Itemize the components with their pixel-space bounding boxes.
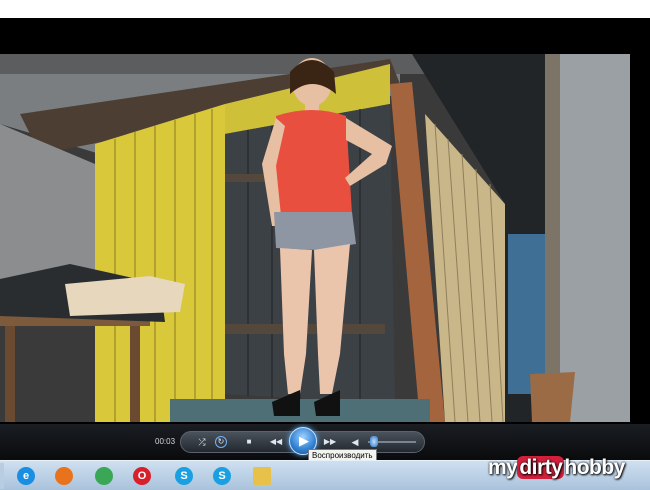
play-icon: ▶ [299,433,309,448]
video-scene [0,54,650,422]
firefox-icon [55,467,73,485]
watermark-prefix: my [488,456,518,479]
taskbar-skype-2-button[interactable]: S [204,463,240,489]
taskbar-chrome-button[interactable] [86,463,122,489]
watermark-highlight: dirty [517,456,565,479]
volume-slider-knob[interactable] [370,436,378,447]
right-letterbox [630,54,650,422]
door-hinge-top [225,174,265,182]
watermark-text: mydirtyhobby [488,456,625,480]
table-leg-2 [130,326,140,422]
internet-explorer-icon: e [17,467,35,485]
blue-panel [508,234,548,394]
skype-icon: S [175,467,193,485]
taskbar-skype-button[interactable]: S [166,463,202,489]
table-leg [5,326,15,422]
watermark-suffix: hobby [564,456,625,479]
watermark-logo: mydirtyhobby [488,446,650,486]
show-desktop-button[interactable] [0,463,4,489]
media-player-window: 00:03 ⤮ ↻ ■ ◀◀ ▶ ▶▶ ◀ [0,0,650,460]
right-pole [545,54,560,422]
stop-icon[interactable]: ■ [242,436,256,448]
video-frame[interactable] [0,54,650,422]
elapsed-time: 00:03 [155,437,176,446]
skype-2-icon: S [213,467,231,485]
shuffle-icon[interactable]: ⤮ [195,436,209,448]
right-wall [560,54,630,422]
previous-icon[interactable]: ◀◀ [266,436,286,448]
taskbar-internet-explorer-button[interactable]: e [8,463,44,489]
file-explorer-icon [253,467,271,485]
speaker-icon[interactable]: ◀ [348,436,362,448]
chrome-icon [95,467,113,485]
broom [530,372,575,422]
window-top-strip [0,0,650,18]
opera-icon: O [133,467,151,485]
taskbar-opera-button[interactable]: O [124,463,160,489]
taskbar-file-explorer-button[interactable] [244,463,280,489]
taskbar-firefox-button[interactable] [46,463,82,489]
next-icon[interactable]: ▶▶ [320,436,340,448]
repeat-icon[interactable]: ↻ [215,436,227,448]
